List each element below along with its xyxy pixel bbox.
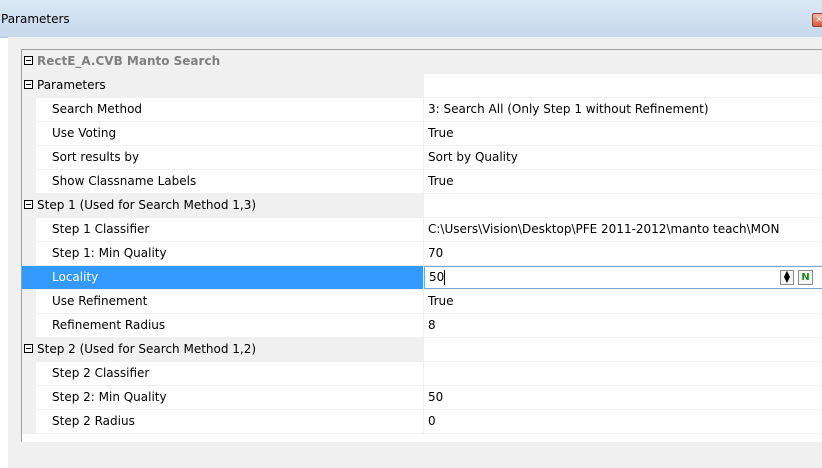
property-value[interactable]: Sort by Quality <box>424 146 822 169</box>
property-name: Use Refinement <box>52 294 148 308</box>
text-caret <box>444 270 445 285</box>
locality-input-value[interactable]: 50 <box>429 267 444 288</box>
property-value[interactable]: True <box>424 122 822 145</box>
property-name: Step 2 Radius <box>52 414 135 428</box>
locality-editor[interactable]: 50 ▲ ▼ N <box>424 266 822 289</box>
collapse-toggle-icon[interactable] <box>24 344 33 353</box>
category-row-step-1[interactable]: Step 1 (Used for Search Method 1,3) <box>22 194 822 218</box>
property-value[interactable]: True <box>424 170 822 193</box>
property-row-locality[interactable]: Locality 50 ▲ ▼ N <box>22 266 822 290</box>
property-name: Step 2 Classifier <box>52 366 150 380</box>
property-name: Step 1 Classifier <box>52 222 150 236</box>
category-label: Step 1 (Used for Search Method 1,3) <box>37 198 257 212</box>
collapse-toggle-icon[interactable] <box>24 56 33 65</box>
grid-root-row[interactable]: RectE_A.CVB Manto Search <box>22 50 822 74</box>
property-row-step-2-radius[interactable]: Step 2 Radius 0 <box>22 410 822 434</box>
property-row-use-refinement[interactable]: Use Refinement True <box>22 290 822 314</box>
n-button[interactable]: N <box>798 270 813 285</box>
property-name: Refinement Radius <box>52 318 166 332</box>
spin-icon[interactable]: ▲ ▼ <box>780 270 794 285</box>
property-row-refinement-radius[interactable]: Refinement Radius 8 <box>22 314 822 338</box>
window-title: Parameters <box>1 12 70 26</box>
collapse-toggle-icon[interactable] <box>24 80 33 89</box>
property-row-show-classname-labels[interactable]: Show Classname Labels True <box>22 170 822 194</box>
property-value[interactable]: C:\Users\Vision\Desktop\PFE 2011-2012\ma… <box>424 218 822 241</box>
property-row-use-voting[interactable]: Use Voting True <box>22 122 822 146</box>
property-value[interactable]: 0 <box>424 410 822 433</box>
category-row-parameters[interactable]: Parameters <box>22 74 822 98</box>
property-name: Search Method <box>52 102 143 116</box>
collapse-toggle-icon[interactable] <box>24 200 33 209</box>
category-label: Step 2 (Used for Search Method 1,2) <box>37 342 257 356</box>
property-row-step-1-classifier[interactable]: Step 1 Classifier C:\Users\Vision\Deskto… <box>22 218 822 242</box>
property-name: Use Voting <box>52 126 117 140</box>
property-row-step-1-min-quality[interactable]: Step 1: Min Quality 70 <box>22 242 822 266</box>
category-row-step-2[interactable]: Step 2 (Used for Search Method 1,2) <box>22 338 822 362</box>
property-value[interactable] <box>424 362 822 385</box>
property-grid: RectE_A.CVB Manto Search Parameters Sear… <box>21 49 822 442</box>
property-value[interactable]: 50 <box>424 386 822 409</box>
category-label: Parameters <box>37 78 106 92</box>
property-row-search-method[interactable]: Search Method 3: Search All (Only Step 1… <box>22 98 822 122</box>
property-name: Step 2: Min Quality <box>52 390 167 404</box>
property-value[interactable]: True <box>424 290 822 313</box>
property-name: Step 1: Min Quality <box>52 246 167 260</box>
grid-root-label: RectE_A.CVB Manto Search <box>37 54 221 68</box>
property-name: Locality <box>52 270 99 284</box>
property-row-step-2-classifier[interactable]: Step 2 Classifier <box>22 362 822 386</box>
property-value[interactable]: 8 <box>424 314 822 337</box>
property-name: Show Classname Labels <box>52 174 197 188</box>
window-titlebar: Parameters ✕ <box>0 0 822 38</box>
property-value[interactable]: 70 <box>424 242 822 265</box>
property-name: Sort results by <box>52 150 140 164</box>
property-row-sort-results-by[interactable]: Sort results by Sort by Quality <box>22 146 822 170</box>
property-row-step-2-min-quality[interactable]: Step 2: Min Quality 50 <box>22 386 822 410</box>
close-icon[interactable]: ✕ <box>812 13 822 27</box>
property-value[interactable]: 3: Search All (Only Step 1 without Refin… <box>424 98 822 121</box>
